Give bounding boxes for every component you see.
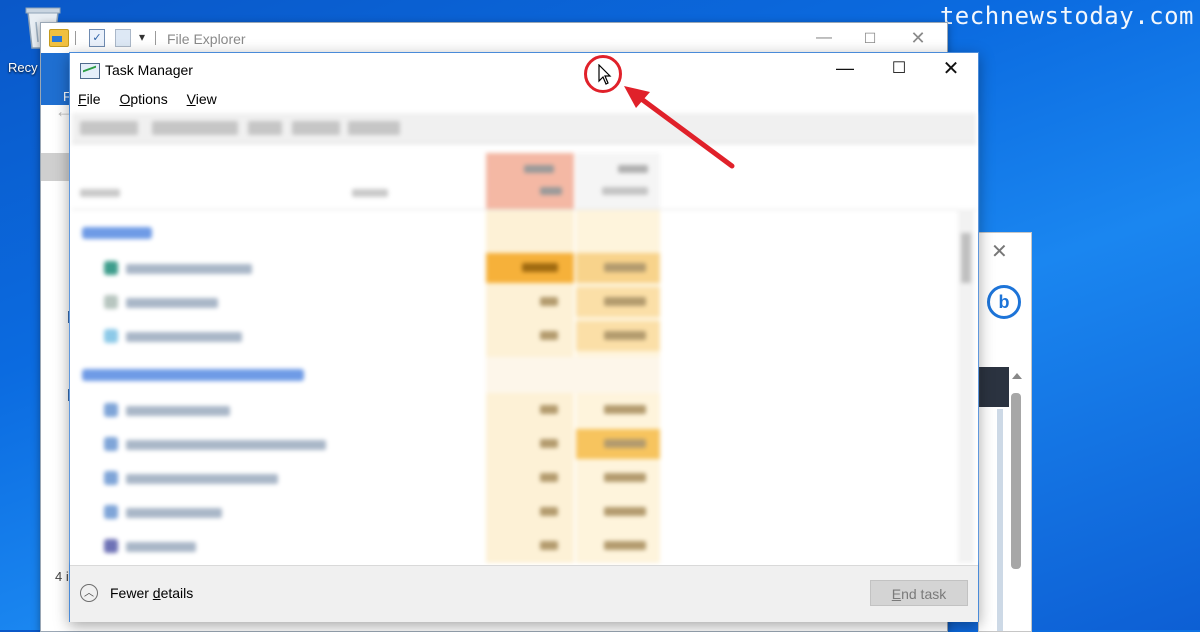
properties-icon[interactable]: ✓ bbox=[89, 29, 105, 47]
file-explorer-title: File Explorer bbox=[167, 31, 246, 47]
annotation-arrow-icon bbox=[624, 86, 735, 169]
divider bbox=[155, 31, 156, 45]
bing-chat-icon[interactable]: b bbox=[987, 285, 1021, 319]
row-name-blurred bbox=[126, 474, 278, 484]
processes-table-blurred bbox=[72, 113, 976, 563]
cell-value-blurred bbox=[540, 331, 558, 340]
app-icon-blurred bbox=[104, 261, 118, 275]
fe-maximize-button[interactable]: ☐ bbox=[847, 23, 893, 53]
cell-value-blurred bbox=[604, 297, 646, 306]
cell-value-blurred bbox=[604, 331, 646, 340]
fe-close-button[interactable]: ✕ bbox=[893, 23, 943, 53]
row-name-blurred bbox=[126, 542, 196, 552]
section-row-bg bbox=[486, 357, 660, 393]
recycle-bin-label[interactable]: Recy bbox=[8, 60, 38, 75]
menu-options[interactable]: Options bbox=[119, 91, 167, 107]
row-name-blurred bbox=[126, 332, 242, 342]
cell-value-blurred bbox=[540, 507, 558, 516]
tab-blurred[interactable] bbox=[80, 121, 138, 135]
cell-value-blurred bbox=[540, 405, 558, 414]
header-text-blurred bbox=[352, 189, 388, 197]
tm-close-button[interactable]: ✕ bbox=[926, 53, 976, 85]
cell-value-blurred bbox=[540, 297, 558, 306]
end-task-button[interactable]: End task bbox=[870, 580, 968, 606]
tab-blurred[interactable] bbox=[152, 121, 238, 135]
task-manager-window[interactable]: Task Manager — ☐ ✕ File Options View ︿ F… bbox=[69, 52, 979, 622]
nav-pane-selected-item[interactable] bbox=[41, 153, 71, 181]
header-text-blurred bbox=[524, 165, 554, 173]
cell-value-blurred bbox=[540, 541, 558, 550]
process-icon-blurred bbox=[104, 403, 118, 417]
task-manager-app-icon bbox=[80, 63, 100, 79]
cell-value-blurred bbox=[604, 507, 646, 516]
cell-value-blurred bbox=[604, 439, 646, 448]
app-icon-blurred bbox=[104, 329, 118, 343]
menu-file[interactable]: File bbox=[78, 91, 101, 107]
section-label-blurred bbox=[82, 227, 152, 239]
tm-maximize-button[interactable]: ☐ bbox=[876, 53, 922, 85]
process-icon-blurred bbox=[104, 505, 118, 519]
row-name-blurred bbox=[126, 264, 252, 274]
chevron-up-circle-icon[interactable]: ︿ bbox=[80, 584, 98, 602]
header-text-blurred bbox=[602, 187, 648, 195]
side-panel-close-icon[interactable]: ✕ bbox=[991, 239, 1008, 264]
menu-view[interactable]: View bbox=[187, 91, 217, 107]
task-manager-footer: ︿ Fewer details End task bbox=[70, 565, 978, 622]
side-panel[interactable]: ✕ b bbox=[978, 232, 1032, 632]
task-manager-title: Task Manager bbox=[105, 62, 193, 78]
tab-blurred[interactable] bbox=[248, 121, 282, 135]
cell-value-blurred bbox=[604, 473, 646, 482]
app-icon-blurred bbox=[104, 295, 118, 309]
fe-minimize-button[interactable]: — bbox=[801, 23, 847, 53]
tab-blurred[interactable] bbox=[292, 121, 340, 135]
side-panel-track bbox=[997, 409, 1003, 631]
folder-icon bbox=[49, 29, 69, 47]
header-text-blurred bbox=[80, 189, 120, 197]
customize-toolbar-chevron-icon[interactable]: ▾ bbox=[139, 30, 145, 44]
cpu-column-header[interactable] bbox=[486, 153, 574, 209]
tm-minimize-button[interactable]: — bbox=[822, 53, 868, 85]
mouse-cursor-icon bbox=[598, 63, 612, 91]
new-folder-icon[interactable] bbox=[115, 29, 131, 47]
row-name-blurred bbox=[126, 440, 326, 450]
watermark: technewstoday.com bbox=[939, 2, 1194, 30]
cell-value-blurred bbox=[522, 263, 558, 272]
header-text-blurred bbox=[540, 187, 562, 195]
row-name-blurred bbox=[126, 298, 218, 308]
tabs-strip[interactable] bbox=[72, 113, 976, 144]
cell-value-blurred bbox=[604, 263, 646, 272]
process-icon-blurred bbox=[104, 437, 118, 451]
menu-bar: File Options View bbox=[78, 91, 232, 107]
table-scrollbar-thumb[interactable] bbox=[961, 233, 971, 283]
scroll-up-arrow-icon[interactable] bbox=[1012, 373, 1022, 379]
header-divider bbox=[72, 209, 976, 210]
side-panel-scrollbar-thumb[interactable] bbox=[1011, 393, 1021, 569]
row-name-blurred bbox=[126, 406, 230, 416]
cell-value-blurred bbox=[604, 405, 646, 414]
fewer-details-link[interactable]: Fewer details bbox=[110, 585, 193, 601]
row-name-blurred bbox=[126, 508, 222, 518]
section-label-blurred bbox=[82, 369, 304, 381]
side-panel-dark-block bbox=[979, 367, 1009, 407]
cell-value-blurred bbox=[540, 473, 558, 482]
divider bbox=[75, 31, 76, 45]
fe-status-text: 4 i bbox=[55, 569, 69, 584]
cell-value-blurred bbox=[540, 439, 558, 448]
tab-blurred[interactable] bbox=[348, 121, 400, 135]
file-explorer-titlebar[interactable]: ✓ ▾ File Explorer — ☐ ✕ bbox=[41, 23, 947, 53]
cell-value-blurred bbox=[604, 541, 646, 550]
process-icon-blurred bbox=[104, 539, 118, 553]
process-icon-blurred bbox=[104, 471, 118, 485]
